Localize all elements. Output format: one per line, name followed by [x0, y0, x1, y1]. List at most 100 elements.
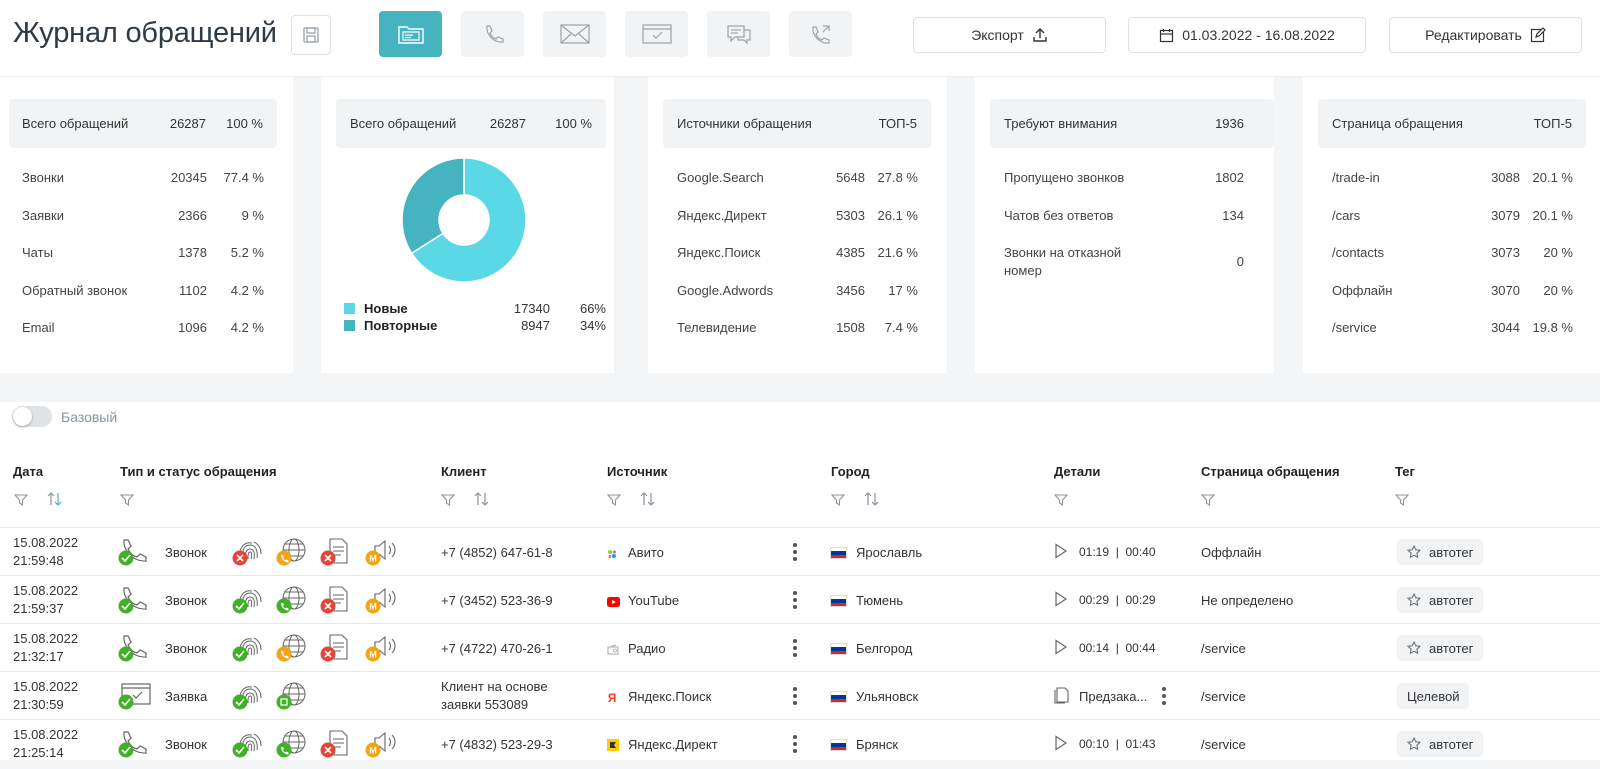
- play-icon[interactable]: [1054, 543, 1068, 564]
- column-header-source[interactable]: Источник: [607, 464, 667, 479]
- type-filter-calls-button[interactable]: [461, 11, 524, 57]
- column-header-details[interactable]: Детали: [1054, 464, 1100, 479]
- column-header-tag[interactable]: Тег: [1395, 464, 1415, 479]
- upload-icon: [1033, 28, 1047, 42]
- row-city: Ярославль: [856, 545, 923, 560]
- donut-card: Всего обращений 26287 100 % Новые 17340 …: [321, 77, 614, 373]
- sort-icon[interactable]: [864, 491, 880, 512]
- row-source: Авито: [628, 545, 664, 560]
- page-title: Журнал обращений: [13, 17, 277, 49]
- svg-text:M: M: [369, 554, 377, 564]
- sort-icon[interactable]: [474, 491, 490, 512]
- source-menu-icon[interactable]: [793, 591, 797, 609]
- date-range-button[interactable]: 01.03.2022 - 16.08.2022: [1128, 17, 1366, 53]
- filter-icon[interactable]: [1394, 493, 1410, 512]
- date-range-label: 01.03.2022 - 16.08.2022: [1182, 27, 1335, 43]
- journal-icon: [397, 26, 424, 44]
- filter-icon[interactable]: [119, 493, 135, 512]
- fingerprint-status-icon: [232, 585, 272, 620]
- type-filter-all-button[interactable]: [379, 11, 442, 57]
- row-city: Брянск: [856, 737, 899, 752]
- flag-icon: [830, 643, 847, 655]
- save-button[interactable]: [291, 15, 331, 55]
- svg-text:M: M: [369, 602, 377, 612]
- filter-icon[interactable]: [830, 493, 846, 512]
- row-page: /service: [1201, 641, 1246, 656]
- row-date: 15.08.2022 21:59:48: [13, 535, 79, 568]
- target-tag-button[interactable]: Целевой: [1397, 683, 1470, 709]
- export-button[interactable]: Экспорт: [913, 17, 1106, 53]
- sources-card-header: Источники обращения ТОП-5: [663, 99, 931, 148]
- pages-card-title: Страница обращения: [1332, 116, 1463, 131]
- row-client[interactable]: +7 (4722) 470-26-1: [441, 641, 553, 656]
- type-filter-requests-button[interactable]: [625, 11, 688, 57]
- table-row[interactable]: 15.08.2022 21:30:59 Заявка Клиент на осно…: [0, 672, 1600, 720]
- call-type-icon: [118, 537, 158, 572]
- table-row[interactable]: 15.08.2022 21:59:48 Звонок M +7 (4852) 647…: [0, 528, 1600, 576]
- row-page: /service: [1201, 737, 1246, 752]
- flag-icon: [830, 739, 847, 751]
- filter-icon[interactable]: [606, 493, 622, 512]
- sort-icon[interactable]: [640, 491, 656, 512]
- row-date: 15.08.2022 21:25:14: [13, 727, 79, 760]
- play-icon[interactable]: [1054, 591, 1068, 612]
- request-type-icon: [118, 681, 158, 716]
- total-card: Всего обращений 26287 100 % Звонки 20345 7…: [0, 77, 293, 373]
- row-source: Яндекс.Поиск: [628, 689, 712, 704]
- column-header-type[interactable]: Тип и статус обращения: [120, 464, 277, 479]
- filter-icon[interactable]: [1053, 493, 1069, 512]
- total-card-header: Всего обращений 26287 100 %: [9, 99, 277, 148]
- basic-mode-label: Базовый: [61, 409, 118, 425]
- auto-tag-button[interactable]: автотег: [1397, 731, 1484, 757]
- row-source: Яндекс.Директ: [628, 737, 718, 752]
- row-date: 15.08.2022 21:32:17: [13, 631, 79, 664]
- donut-slice-repeat[interactable]: [402, 158, 465, 255]
- auto-tag-button[interactable]: автотег: [1397, 635, 1484, 661]
- type-filter-email-button[interactable]: [543, 11, 606, 57]
- row-client[interactable]: +7 (3452) 523-36-9: [441, 593, 553, 608]
- filter-icon[interactable]: [440, 493, 456, 512]
- type-filter-callback-button[interactable]: [789, 11, 852, 57]
- row-type: Звонок: [165, 641, 207, 656]
- row-client[interactable]: +7 (4852) 647-61-8: [441, 545, 553, 560]
- row-type: Звонок: [165, 593, 207, 608]
- play-icon[interactable]: [1054, 639, 1068, 660]
- star-icon: [1407, 593, 1421, 607]
- auto-tag-button[interactable]: автотег: [1397, 539, 1484, 565]
- row-details[interactable]: Предзака...: [1079, 689, 1147, 704]
- filter-icon[interactable]: [1200, 493, 1216, 512]
- sound-status-icon: M: [365, 633, 405, 668]
- edit-button[interactable]: Редактировать: [1389, 17, 1582, 53]
- column-header-client[interactable]: Клиент: [441, 464, 487, 479]
- column-header-city[interactable]: Город: [831, 464, 870, 479]
- details-menu-icon[interactable]: [1162, 687, 1166, 705]
- column-header-page[interactable]: Страница обращения: [1201, 464, 1340, 479]
- auto-tag-button[interactable]: автотег: [1397, 587, 1484, 613]
- source-menu-icon[interactable]: [793, 543, 797, 561]
- star-icon: [1407, 737, 1421, 751]
- flag-icon: [830, 547, 847, 559]
- row-client[interactable]: Клиент на основе заявки 553089: [441, 678, 548, 714]
- source-menu-icon[interactable]: [793, 687, 797, 705]
- row-client[interactable]: +7 (4832) 523-29-3: [441, 737, 553, 752]
- web-status-icon: [276, 537, 316, 572]
- source-menu-icon[interactable]: [793, 735, 797, 753]
- row-page: Оффлайн: [1201, 545, 1262, 560]
- basic-mode-toggle[interactable]: [12, 406, 52, 427]
- filter-icon[interactable]: [13, 493, 29, 512]
- legend-item-new: Новые 17340 66%: [344, 301, 606, 316]
- type-filter-chats-button[interactable]: [707, 11, 770, 57]
- row-city: Белгород: [856, 641, 913, 656]
- legend-swatch: [344, 303, 355, 314]
- row-page: Не определено: [1201, 593, 1294, 608]
- transcript-status-icon: [320, 633, 360, 668]
- export-label: Экспорт: [971, 27, 1024, 43]
- table-row[interactable]: 15.08.2022 21:32:17 Звонок M +7 (4722) 470…: [0, 624, 1600, 672]
- sort-icon[interactable]: [47, 491, 63, 512]
- source-menu-icon[interactable]: [793, 639, 797, 657]
- mail-icon: [559, 24, 590, 44]
- table-row[interactable]: 15.08.2022 21:59:37 Звонок M +7 (3452) 523…: [0, 576, 1600, 624]
- fingerprint-status-icon: [232, 537, 272, 572]
- play-icon[interactable]: [1054, 735, 1068, 756]
- column-header-date[interactable]: Дата: [13, 464, 43, 479]
